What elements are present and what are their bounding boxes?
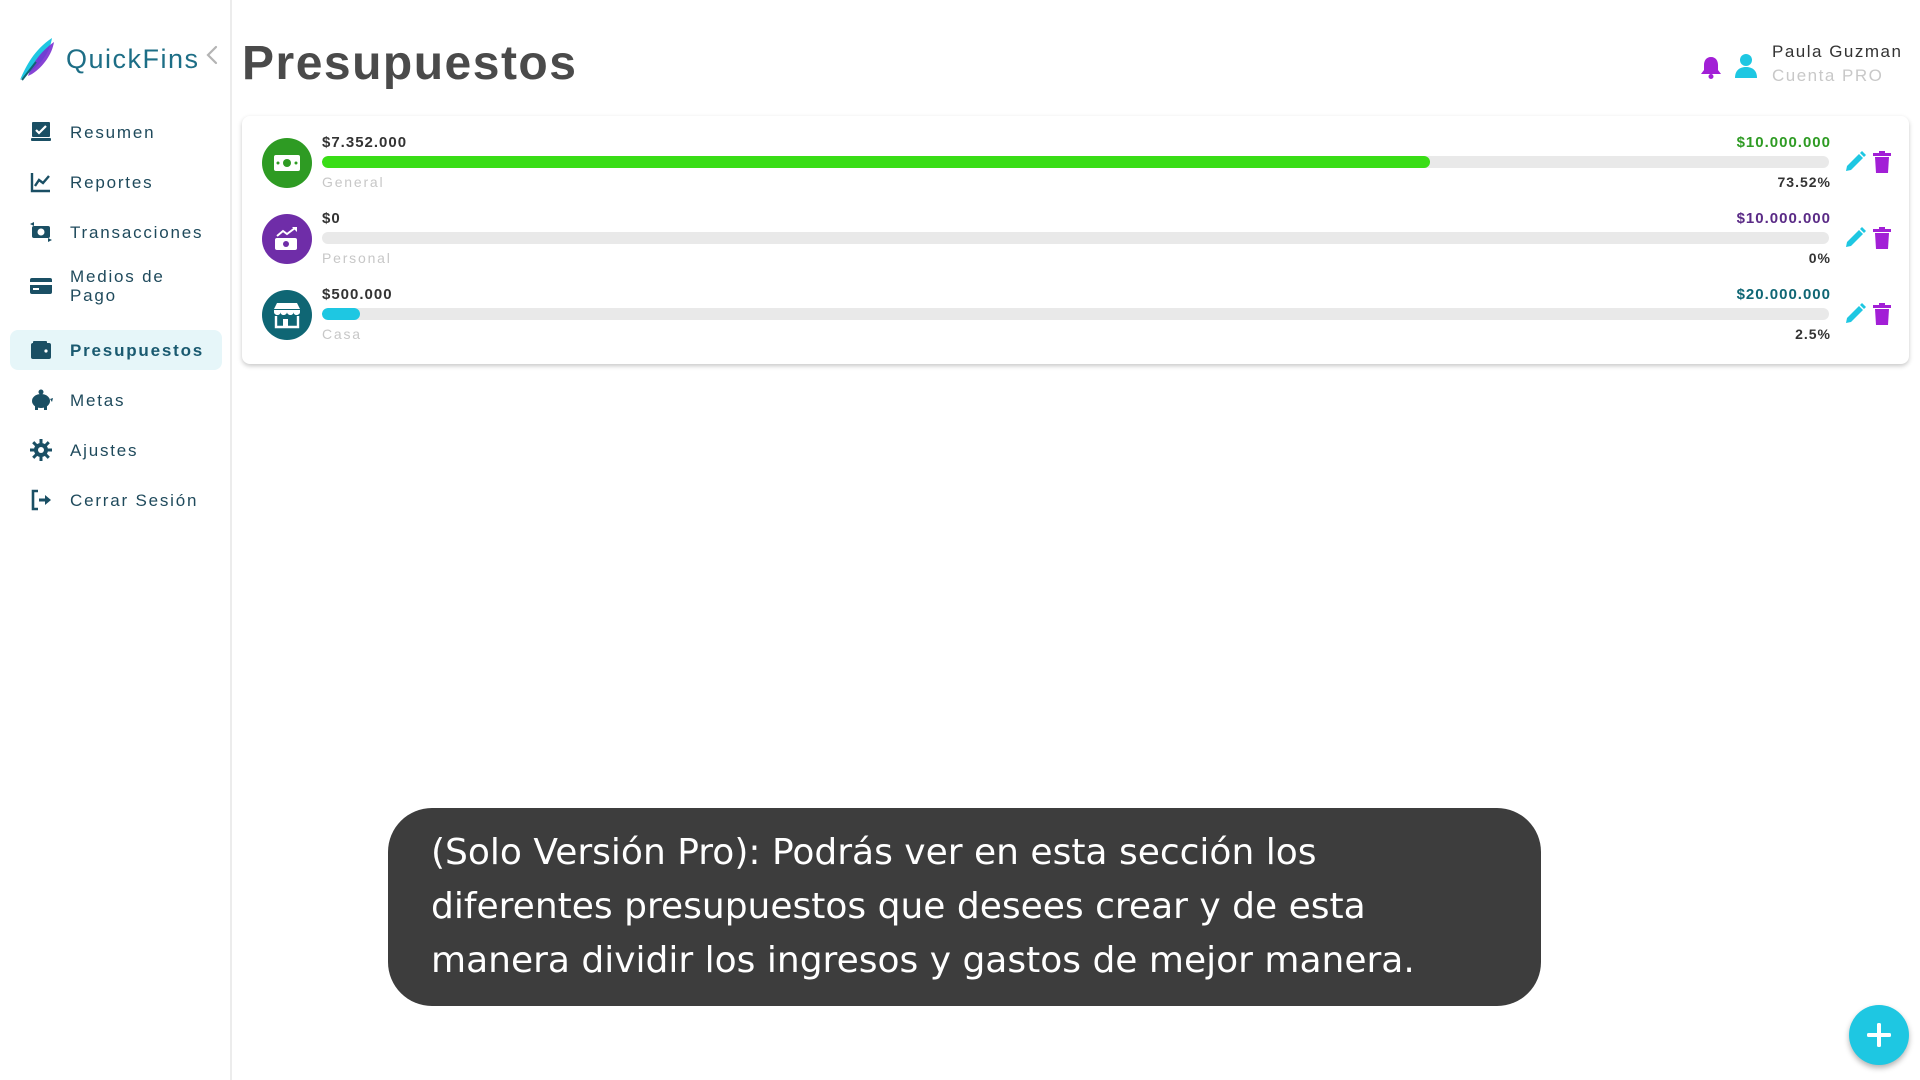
pencil-icon[interactable]: [1843, 302, 1867, 326]
budget-row-general[interactable]: $7.352.000 $10.000.000 General 73.52%: [242, 116, 1909, 192]
sidebar-item-label: Transacciones: [70, 222, 204, 242]
sidebar-item-label: Metas: [70, 390, 126, 410]
chevron-left-icon[interactable]: [200, 42, 226, 68]
sidebar-item-label: Resumen: [70, 122, 156, 142]
summary-icon: [28, 119, 54, 145]
user-icon[interactable]: [1734, 53, 1758, 79]
gear-icon: [28, 437, 54, 463]
budget-spent: $500.000: [322, 286, 393, 303]
app-name: QuickFins: [66, 43, 200, 74]
add-budget-button[interactable]: [1849, 1005, 1909, 1065]
sidebar-item-label: Ajustes: [70, 440, 139, 460]
pencil-icon[interactable]: [1843, 226, 1867, 250]
trash-icon[interactable]: [1871, 226, 1893, 250]
bell-icon[interactable]: [1699, 54, 1723, 80]
page-title: Presupuestos: [242, 37, 578, 90]
cash-icon: [262, 138, 312, 188]
sidebar: QuickFins Resumen Reportes Transacciones: [0, 0, 232, 1080]
budget-row-casa[interactable]: $500.000 $20.000.000 Casa 2.5%: [242, 268, 1909, 344]
budget-progress-fill: [322, 156, 1430, 168]
budget-progress-track: [322, 156, 1829, 168]
budget-category: General: [322, 174, 385, 190]
tooltip-line: (Solo Versión Pro): Podrás ver en esta s…: [431, 832, 1317, 873]
budget-percent: 73.52%: [1777, 174, 1831, 190]
budget-limit: $20.000.000: [1736, 286, 1831, 303]
sidebar-item-label: Cerrar Sesión: [70, 490, 199, 510]
budget-progress-track: [322, 308, 1829, 320]
chart-line-icon: [28, 169, 54, 195]
budget-spent: $7.352.000: [322, 134, 408, 151]
budget-list: $7.352.000 $10.000.000 General 73.52% $0…: [242, 116, 1909, 364]
budget-category: Personal: [322, 250, 392, 266]
logout-icon: [28, 487, 54, 513]
budget-percent: 2.5%: [1795, 326, 1831, 342]
user-plan: Cuenta PRO: [1772, 66, 1884, 85]
sidebar-item-cerrar-sesion[interactable]: Cerrar Sesión: [10, 480, 222, 520]
sidebar-item-reportes[interactable]: Reportes: [10, 162, 222, 202]
brand[interactable]: QuickFins: [16, 36, 218, 82]
sidebar-item-resumen[interactable]: Resumen: [10, 112, 222, 152]
sidebar-item-ajustes[interactable]: Ajustes: [10, 430, 222, 470]
trash-icon[interactable]: [1871, 302, 1893, 326]
user-name: Paula Guzman: [1772, 42, 1903, 61]
wallet-icon: [28, 337, 54, 363]
money-exchange-icon: [28, 219, 54, 245]
feather-logo-icon: [20, 38, 54, 81]
trash-icon[interactable]: [1871, 150, 1893, 174]
budget-row-personal[interactable]: $0 $10.000.000 Personal 0%: [242, 192, 1909, 268]
sidebar-item-label: Presupuestos: [70, 340, 205, 360]
budget-progress-fill: [322, 308, 360, 320]
sidebar-item-metas[interactable]: Metas: [10, 380, 222, 420]
pencil-icon[interactable]: [1843, 150, 1867, 174]
budget-category: Casa: [322, 326, 362, 342]
onboarding-tooltip: (Solo Versión Pro): Podrás ver en esta s…: [388, 808, 1541, 1006]
tooltip-line: manera dividir los ingresos y gastos de …: [431, 940, 1415, 981]
sidebar-item-label: Reportes: [70, 172, 154, 192]
budget-progress-track: [322, 232, 1829, 244]
budget-limit: $10.000.000: [1736, 210, 1831, 227]
sidebar-item-presupuestos[interactable]: Presupuestos: [10, 330, 222, 370]
budget-limit: $10.000.000: [1736, 134, 1831, 151]
store-icon: [262, 290, 312, 340]
tooltip-line: diferentes presupuestos que desees crear…: [431, 886, 1366, 927]
piggy-bank-icon: [28, 387, 54, 413]
sidebar-item-medios-de-pago[interactable]: Medios de Pago: [10, 260, 222, 312]
credit-card-icon: [28, 273, 54, 299]
plus-icon: [1867, 1023, 1891, 1047]
sidebar-item-transacciones[interactable]: Transacciones: [10, 212, 222, 252]
budget-spent: $0: [322, 210, 341, 227]
money-growth-icon: [262, 214, 312, 264]
budget-percent: 0%: [1808, 250, 1831, 266]
sidebar-item-label: Medios de Pago: [70, 267, 165, 305]
